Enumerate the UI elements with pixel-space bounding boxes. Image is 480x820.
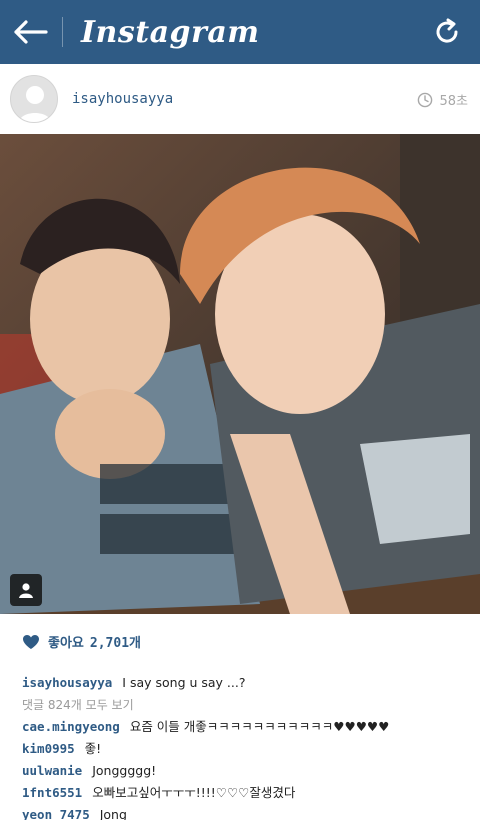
likes-label: 좋아요 [48,636,84,651]
back-button[interactable] [0,0,62,64]
comment-text: 좋! [84,741,102,756]
photo-illustration [0,134,480,614]
likes-count: 2,701개 [89,636,141,651]
tagged-people-button[interactable] [10,574,42,606]
refresh-icon [436,18,458,43]
header-divider [62,17,63,47]
comment-username[interactable]: uulwanie [22,763,82,778]
view-all-comments-link[interactable]: 댓글 824개 모두 보기 [22,694,472,716]
post-header: isayhousayya 58초 [0,64,480,134]
person-icon [19,583,33,598]
comment-username[interactable]: 1fnt6551 [22,785,82,800]
comment-username[interactable]: cae.mingyeong [22,719,120,734]
post-photo[interactable] [0,134,480,614]
likes-row[interactable]: 좋아요 2,701개 [22,632,141,651]
avatar[interactable] [10,75,58,123]
comment-username[interactable]: kim0995 [22,741,75,756]
comment-text: Jong [99,807,127,820]
post-time: 58초 [417,90,468,109]
comment-row: yeon_7475 Jong [22,804,472,820]
comment-row: 1fnt6551 오빠보고싶어ㅜㅜㅜ!!!!♡♡♡잘생겼다 [22,782,472,804]
arrow-left-icon [14,20,48,44]
post-time-label: 58초 [439,94,468,109]
comment-text: 오빠보고싶어ㅜㅜㅜ!!!!♡♡♡잘생겼다 [92,785,296,800]
post-username[interactable]: isayhousayya [72,91,173,107]
top-bar: Instagram [0,0,480,64]
app-title: Instagram [81,14,260,50]
comment-text: 요즘 이들 개좋ㅋㅋㅋㅋㅋㅋㅋㅋㅋㅋㅋ♥♥♥♥♥ [129,719,390,734]
refresh-button[interactable] [432,17,462,47]
comment-row: cae.mingyeong 요즘 이들 개좋ㅋㅋㅋㅋㅋㅋㅋㅋㅋㅋㅋ♥♥♥♥♥ [22,716,472,738]
comment-row: uulwanie Jonggggg! [22,760,472,782]
comment-row: kim0995 좋! [22,738,472,760]
clock-icon [418,92,433,107]
default-avatar-icon [19,86,51,122]
comment-username[interactable]: yeon_7475 [22,807,90,820]
comments-section: isayhousayya I say song u say ...? 댓글 82… [22,672,472,820]
comment-text: Jonggggg! [92,763,157,778]
caption-text: I say song u say ...? [122,675,246,690]
caption: isayhousayya I say song u say ...? [22,672,472,694]
heart-icon [23,634,39,649]
caption-username[interactable]: isayhousayya [22,675,112,690]
